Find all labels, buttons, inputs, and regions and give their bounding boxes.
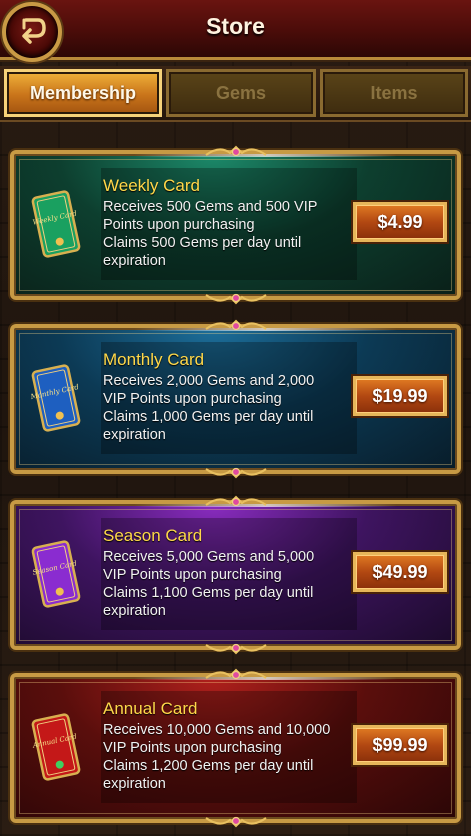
membership-card-annual: Annual Card Annual Card Receives 10,000 … [10, 668, 461, 828]
weekly-card-icon: Weekly Card [28, 184, 84, 264]
membership-card-season: Season Card Season Card Receives 5,000 G… [10, 495, 461, 655]
desc-line: expiration [103, 603, 166, 619]
desc-line: Claims 1,000 Gems per day until [103, 409, 314, 425]
card-title: Season Card [103, 526, 203, 545]
membership-card-weekly: Weekly Card Weekly Card Receives 500 Gem… [10, 145, 461, 305]
card-description: Receives 2,000 Gems and 2,000 VIP Points… [103, 372, 357, 444]
card-title: Monthly Card [103, 350, 205, 369]
ornament-icon [204, 641, 268, 657]
ornament-icon [204, 143, 268, 159]
desc-line: Claims 1,200 Gems per day until [103, 758, 314, 774]
desc-line: Points upon purchasing [103, 217, 255, 233]
header-bar: Store [0, 0, 471, 60]
card-text-panel: Monthly Card Receives 2,000 Gems and 2,0… [101, 342, 357, 454]
card-description: Receives 500 Gems and 500 VIP Points upo… [103, 198, 357, 270]
desc-line: expiration [103, 253, 166, 269]
ornament-icon [204, 465, 268, 481]
buy-monthly-button[interactable]: $19.99 [353, 376, 447, 416]
desc-line: expiration [103, 776, 166, 792]
card-description: Receives 5,000 Gems and 5,000 VIP Points… [103, 548, 357, 620]
card-text-panel: Weekly Card Receives 500 Gems and 500 VI… [101, 168, 357, 280]
ornament-icon [204, 666, 268, 682]
desc-line: VIP Points upon purchasing [103, 740, 282, 756]
desc-line: Claims 1,100 Gems per day until [103, 585, 314, 601]
buy-weekly-button[interactable]: $4.99 [353, 202, 447, 242]
back-arrow-icon [22, 18, 46, 44]
desc-line: Receives 2,000 Gems and 2,000 [103, 373, 315, 389]
tab-items[interactable]: Items [320, 69, 468, 117]
buy-annual-button[interactable]: $99.99 [353, 725, 447, 765]
membership-card-monthly: Monthly Card Monthly Card Receives 2,000… [10, 319, 461, 479]
desc-line: Receives 500 Gems and 500 VIP [103, 199, 318, 215]
buy-season-button[interactable]: $49.99 [353, 552, 447, 592]
desc-line: Receives 5,000 Gems and 5,000 [103, 549, 315, 565]
page-title: Store [206, 13, 265, 39]
ornament-icon [204, 814, 268, 830]
card-text-panel: Season Card Receives 5,000 Gems and 5,00… [101, 518, 357, 630]
desc-line: VIP Points upon purchasing [103, 567, 282, 583]
tab-membership[interactable]: Membership [4, 69, 162, 117]
card-title: Annual Card [103, 699, 198, 718]
store-tabs: Membership Gems Items [0, 66, 471, 122]
desc-line: Receives 10,000 Gems and 10,000 [103, 722, 331, 738]
ornament-icon [204, 317, 268, 333]
desc-line: expiration [103, 427, 166, 443]
annual-card-icon: Annual Card [28, 707, 84, 787]
ornament-icon [204, 493, 268, 509]
season-card-icon: Season Card [28, 534, 84, 614]
card-title: Weekly Card [103, 176, 200, 195]
tab-gems[interactable]: Gems [166, 69, 316, 117]
back-button[interactable] [2, 2, 62, 62]
desc-line: Claims 500 Gems per day until [103, 235, 302, 251]
ornament-icon [204, 291, 268, 307]
desc-line: VIP Points upon purchasing [103, 391, 282, 407]
monthly-card-icon: Monthly Card [28, 358, 84, 438]
card-text-panel: Annual Card Receives 10,000 Gems and 10,… [101, 691, 357, 803]
card-description: Receives 10,000 Gems and 10,000 VIP Poin… [103, 721, 357, 793]
